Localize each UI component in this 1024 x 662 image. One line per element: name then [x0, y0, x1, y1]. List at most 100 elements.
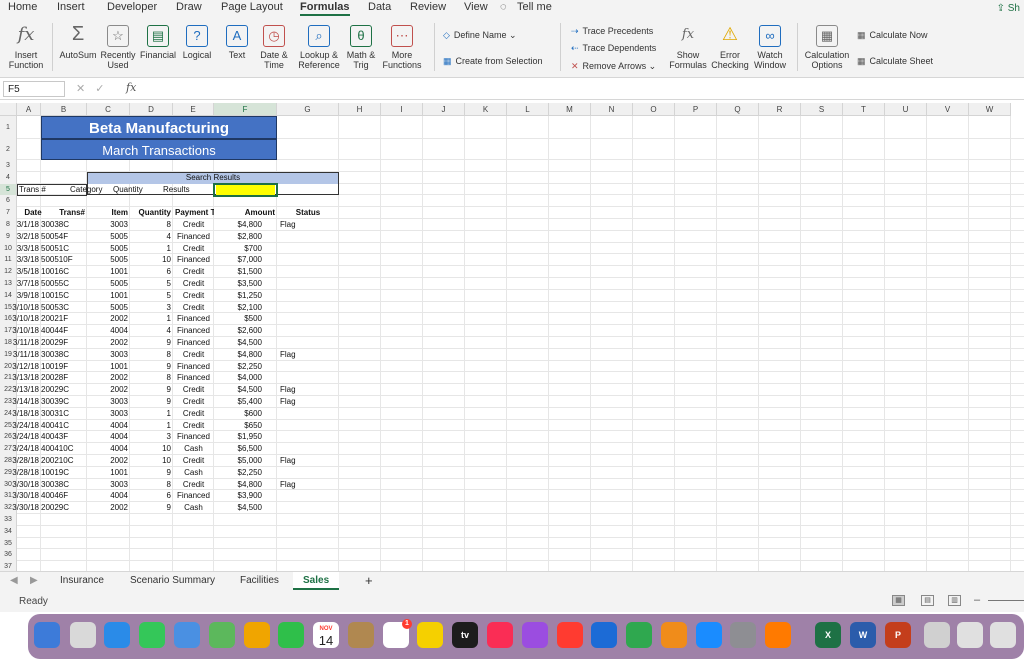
define-name-button[interactable]: ◇Define Name ⌄ — [443, 30, 517, 41]
row-header-4[interactable]: 4 — [0, 172, 17, 184]
page-layout-view-icon[interactable]: ▤ — [921, 595, 934, 606]
text-button[interactable]: AText — [222, 25, 252, 60]
column-header-l[interactable]: L — [507, 103, 549, 116]
share-icon[interactable]: ⇪ Sh — [997, 3, 1020, 14]
column-header-w[interactable]: W — [969, 103, 1011, 116]
dock-app-app-store[interactable] — [696, 622, 722, 648]
dock-app-system-preferences[interactable] — [730, 622, 756, 648]
row-header-7[interactable]: 7 — [0, 207, 17, 219]
sheet-tab-sales[interactable]: Sales — [293, 572, 339, 590]
column-header-g[interactable]: G — [277, 103, 339, 116]
date-time-button[interactable]: ◷Date & Time — [257, 25, 291, 70]
dock-app-reminders[interactable]: 1 — [383, 622, 409, 648]
dock-app-music[interactable] — [487, 622, 513, 648]
remove-arrows-button[interactable]: ✕Remove Arrows ⌄ — [571, 61, 656, 72]
recently-used-button[interactable]: ☆Recently Used — [100, 25, 136, 70]
tab-data[interactable]: Data — [368, 1, 391, 13]
page-break-view-icon[interactable]: ▥ — [948, 595, 961, 606]
dock-app-numbers[interactable] — [626, 622, 652, 648]
tab-draw[interactable]: Draw — [176, 1, 202, 13]
dock-app-mail[interactable] — [174, 622, 200, 648]
sheet-tab-scenario-summary[interactable]: Scenario Summary — [130, 575, 215, 586]
tab-page-layout[interactable]: Page Layout — [221, 1, 283, 13]
column-header-q[interactable]: Q — [717, 103, 759, 116]
column-header-s[interactable]: S — [801, 103, 843, 116]
column-header-t[interactable]: T — [843, 103, 885, 116]
calculate-sheet-button[interactable]: ▦Calculate Sheet — [857, 56, 933, 67]
tab-home[interactable]: Home — [8, 1, 37, 13]
row-header-33[interactable]: 33 — [0, 514, 17, 526]
logical-button[interactable]: ?Logical — [180, 25, 214, 60]
row-header-1[interactable]: 1 — [0, 116, 17, 139]
show-formulas-button[interactable]: fxShow Formulas — [668, 25, 708, 70]
tab-formulas[interactable]: Formulas — [300, 1, 350, 16]
lookup-reference-button[interactable]: ⌕Lookup & Reference — [297, 25, 341, 70]
dock-app-messages[interactable] — [139, 622, 165, 648]
tab-insert[interactable]: Insert — [57, 1, 85, 13]
dock-app-finder[interactable] — [34, 622, 60, 648]
calculate-now-button[interactable]: ▦Calculate Now — [857, 30, 928, 41]
row-header-6[interactable]: 6 — [0, 195, 17, 207]
dock-app-contacts[interactable] — [348, 622, 374, 648]
select-all-corner[interactable] — [0, 103, 17, 116]
column-header-h[interactable]: H — [339, 103, 381, 116]
error-checking-button[interactable]: ⚠Error Checking — [709, 25, 751, 70]
column-header-p[interactable]: P — [675, 103, 717, 116]
column-header-o[interactable]: O — [633, 103, 675, 116]
dock-app-photos[interactable] — [244, 622, 270, 648]
column-header-j[interactable]: J — [423, 103, 465, 116]
dock-app-excel[interactable]: X — [815, 622, 841, 648]
normal-view-icon[interactable]: ▦ — [892, 595, 905, 606]
dock-app-launchpad[interactable] — [70, 622, 96, 648]
column-header-e[interactable]: E — [173, 103, 214, 116]
prev-sheet-icon[interactable]: ◀ — [10, 575, 18, 586]
trace-dependents-button[interactable]: ⇠Trace Dependents — [571, 43, 656, 54]
dock-app-screenshot[interactable] — [957, 622, 983, 648]
dock-app-word[interactable]: W — [850, 622, 876, 648]
selected-cell-f5[interactable] — [213, 183, 278, 197]
column-header-f[interactable]: F — [214, 103, 277, 116]
dock-app-tv[interactable]: tv — [452, 622, 478, 648]
zoom-out-icon[interactable]: – — [974, 594, 980, 606]
dock-app-firefox[interactable] — [765, 622, 791, 648]
dock-app-maps[interactable] — [209, 622, 235, 648]
worksheet-grid[interactable]: ABCDEFGHIJKLMNOPQRSTUVW12345678910111213… — [0, 103, 1024, 571]
dock-app-news[interactable] — [557, 622, 583, 648]
watch-window-button[interactable]: ∞Watch Window — [752, 25, 788, 70]
create-from-selection-button[interactable]: ▦Create from Selection — [443, 56, 543, 67]
dock-app-pages[interactable] — [661, 622, 687, 648]
row-header-34[interactable]: 34 — [0, 526, 17, 538]
row-header-2[interactable]: 2 — [0, 139, 17, 160]
dock-app-facetime[interactable] — [278, 622, 304, 648]
autosum-button[interactable]: ΣAutoSum — [58, 25, 98, 60]
row-header-35[interactable]: 35 — [0, 538, 17, 550]
dock-app-safari[interactable] — [104, 622, 130, 648]
fx-icon[interactable]: fx — [126, 81, 136, 94]
column-header-m[interactable]: M — [549, 103, 591, 116]
trace-precedents-button[interactable]: ⇢Trace Precedents — [571, 26, 653, 37]
dock-app-calendar[interactable]: NOV14 — [313, 622, 339, 648]
column-header-u[interactable]: U — [885, 103, 927, 116]
row-header-3[interactable]: 3 — [0, 160, 17, 172]
column-header-n[interactable]: N — [591, 103, 633, 116]
tab-developer[interactable]: Developer — [107, 1, 157, 13]
sheet-tab-insurance[interactable]: Insurance — [60, 575, 104, 586]
dock-app-notes[interactable] — [417, 622, 443, 648]
calculation-options-button[interactable]: ▦Calculation Options — [803, 25, 851, 70]
math-trig-button[interactable]: θMath & Trig — [344, 25, 378, 70]
more-functions-button[interactable]: ⋯More Functions — [381, 25, 423, 70]
dock-app-trash[interactable] — [990, 622, 1016, 648]
name-box[interactable]: F5 — [3, 81, 65, 97]
row-header-36[interactable]: 36 — [0, 549, 17, 561]
row-header-5[interactable]: 5 — [0, 184, 17, 196]
dock-app-powerpoint[interactable]: P — [885, 622, 911, 648]
zoom-slider[interactable] — [988, 600, 1024, 601]
column-header-k[interactable]: K — [465, 103, 507, 116]
sheet-tab-facilities[interactable]: Facilities — [240, 575, 279, 586]
tab-review[interactable]: Review — [410, 1, 446, 13]
column-header-c[interactable]: C — [87, 103, 130, 116]
column-header-b[interactable]: B — [41, 103, 87, 116]
column-header-a[interactable]: A — [17, 103, 41, 116]
dock-app-keynote[interactable] — [591, 622, 617, 648]
dock-app-preview[interactable] — [924, 622, 950, 648]
